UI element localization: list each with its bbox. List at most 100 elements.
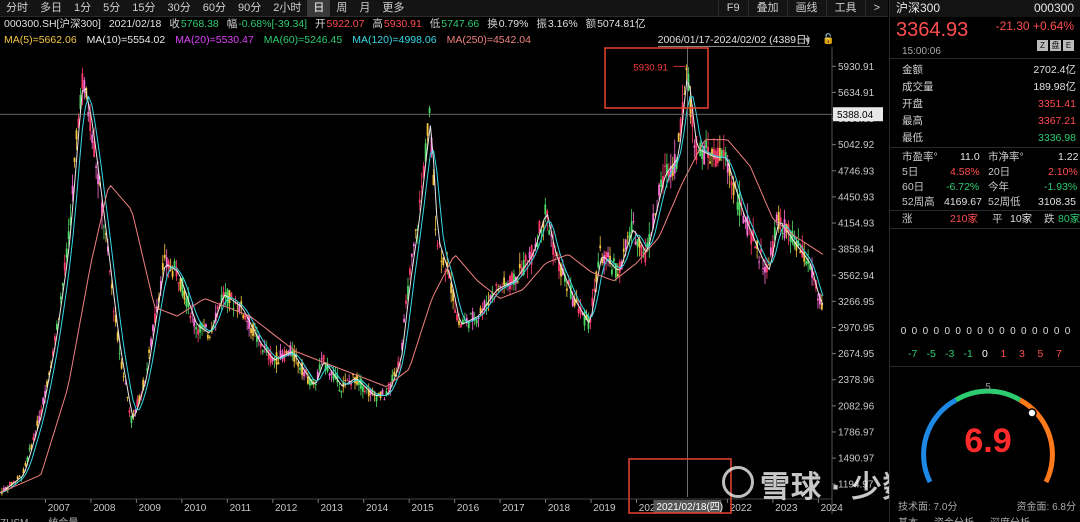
indicator-tab-0[interactable]: ZHSM [0, 518, 28, 522]
dist-count-3: 0 [933, 326, 940, 337]
open-value: 5922.07 [326, 18, 365, 30]
d20-value: 2.10% [1048, 166, 1078, 178]
candle-body [458, 320, 460, 325]
date-range[interactable]: 2006/01/17-2024/02/02 (4389日) [657, 33, 810, 47]
tool-icon-3[interactable]: E [1063, 40, 1074, 51]
up-label: 涨 [902, 213, 913, 225]
candle-body [381, 390, 384, 396]
pe-label: 市盈率° [902, 151, 938, 163]
candle-body [195, 327, 198, 330]
period-tab-12[interactable]: 更多 [376, 0, 410, 17]
candle-body [715, 150, 717, 167]
toolbar-button-0[interactable]: F9 [717, 0, 748, 17]
candle-body [8, 482, 11, 486]
close-value: 5768.38 [180, 18, 219, 30]
candle-body [762, 268, 764, 270]
x-tick-label: 2017 [502, 503, 525, 514]
candle-body [716, 147, 719, 163]
candle-body [709, 161, 711, 164]
period-tab-2[interactable]: 1分 [68, 0, 97, 17]
candle-body [122, 376, 125, 378]
period-tab-6[interactable]: 60分 [197, 0, 232, 17]
quote-row-value: 3367.21 [1038, 115, 1076, 127]
lock-icon[interactable]: 🔓 [822, 34, 834, 45]
candle-body [634, 241, 637, 245]
w52h-label: 52周高 [902, 196, 935, 208]
kline-chart[interactable]: 5930.915634.915338.935042.924746.934450.… [0, 47, 888, 514]
dist-count-15: 0 [1064, 326, 1071, 337]
candle-body [344, 380, 347, 382]
turnover-label: 换 [487, 18, 498, 30]
candle-body [361, 386, 364, 392]
toolbar-button-1[interactable]: 叠加 [747, 0, 787, 17]
dist-label-3: -1 [963, 348, 973, 360]
current-price: 3364.93 [896, 19, 969, 41]
candle-body [148, 349, 150, 353]
x-tick-label: 2009 [139, 503, 162, 514]
dist-count-10: 0 [1010, 326, 1016, 337]
candle-body [528, 251, 531, 258]
y-tick-label: 5930.91 [838, 62, 875, 73]
panel-tab-0[interactable]: 基本 [898, 518, 918, 522]
toolbar-button-3[interactable]: 工具 [825, 0, 865, 17]
period-tab-3[interactable]: 5分 [97, 0, 126, 17]
valuation-row: 市盈率° 11.0 市净率° 1.22 [902, 149, 1080, 165]
quote-row-label: 最高 [902, 115, 923, 127]
high-label: 高 [372, 18, 383, 30]
candle-body [387, 387, 390, 390]
candle-body [246, 320, 249, 322]
period-tab-10[interactable]: 周 [330, 0, 353, 17]
quote-row: 最高 3367.21 [902, 113, 1076, 130]
period-tab-5[interactable]: 30分 [162, 0, 197, 17]
candle-body [36, 420, 39, 427]
ma-label-1: MA(10)=5554.02 [86, 34, 166, 46]
period-tab-0[interactable]: 分时 [0, 0, 34, 17]
period-tab-8[interactable]: 2小时 [267, 0, 307, 17]
toolbar-button-2[interactable]: 画线 [786, 0, 826, 17]
candle-body [544, 204, 547, 215]
candle-body [718, 147, 721, 161]
candle-body [779, 217, 782, 224]
panel-tab-1[interactable]: 资金分析 [934, 518, 974, 522]
panel-tab-2[interactable]: 深度分析 [990, 518, 1030, 522]
candle-body [616, 273, 619, 277]
candle-body [632, 221, 635, 223]
dist-label-8: 7 [1056, 348, 1062, 360]
period-tab-4[interactable]: 15分 [126, 0, 161, 17]
candle-body [81, 73, 84, 89]
dist-count-9: 0 [999, 326, 1005, 337]
tool-icon-2[interactable]: 盘 [1050, 40, 1061, 51]
dropdown-icon[interactable]: ▼ [803, 33, 813, 47]
ma-label-4: MA(120)=4998.06 [352, 34, 437, 46]
period-tab-11[interactable]: 月 [353, 0, 376, 17]
tool-icon-1[interactable]: Z [1037, 40, 1048, 51]
candle-body [730, 181, 733, 186]
candle-body [817, 298, 819, 301]
candle-body [624, 239, 627, 249]
candle-body [95, 166, 98, 168]
candle-body [120, 361, 123, 369]
toolbar-button-4[interactable]: > [864, 0, 888, 17]
candle-body [622, 248, 625, 252]
candle-body [277, 362, 280, 365]
quote-info-line: 000300.SH[沪深300] 2021/02/18 收5768.38 幅-0… [4, 17, 651, 32]
candle-body [375, 395, 378, 402]
period-tab-1[interactable]: 多日 [34, 0, 68, 17]
stock-code: 000300.SH[沪深300] [4, 18, 101, 30]
x-tick-label: 2019 [593, 503, 616, 514]
period-tab-7[interactable]: 90分 [232, 0, 267, 17]
indicator-tab-1[interactable]: 统合量 [48, 518, 78, 522]
x-tick-label: 2014 [366, 503, 389, 514]
candle-body [426, 123, 429, 136]
candle-body [307, 376, 309, 384]
w52h-value: 4169.67 [944, 196, 982, 208]
ma-label-3: MA(60)=5246.45 [263, 34, 343, 46]
ma-label-2: MA(20)=5530.47 [175, 34, 254, 46]
candle-body [73, 157, 76, 162]
score-gauge: 5 6.9 [908, 372, 1068, 502]
candle-body [226, 289, 229, 307]
candle-body [428, 108, 431, 114]
quote-row: 成交量 189.98亿 [902, 79, 1076, 96]
ytd-label: 今年 [988, 181, 1009, 193]
period-tab-9[interactable]: 日 [307, 0, 331, 17]
